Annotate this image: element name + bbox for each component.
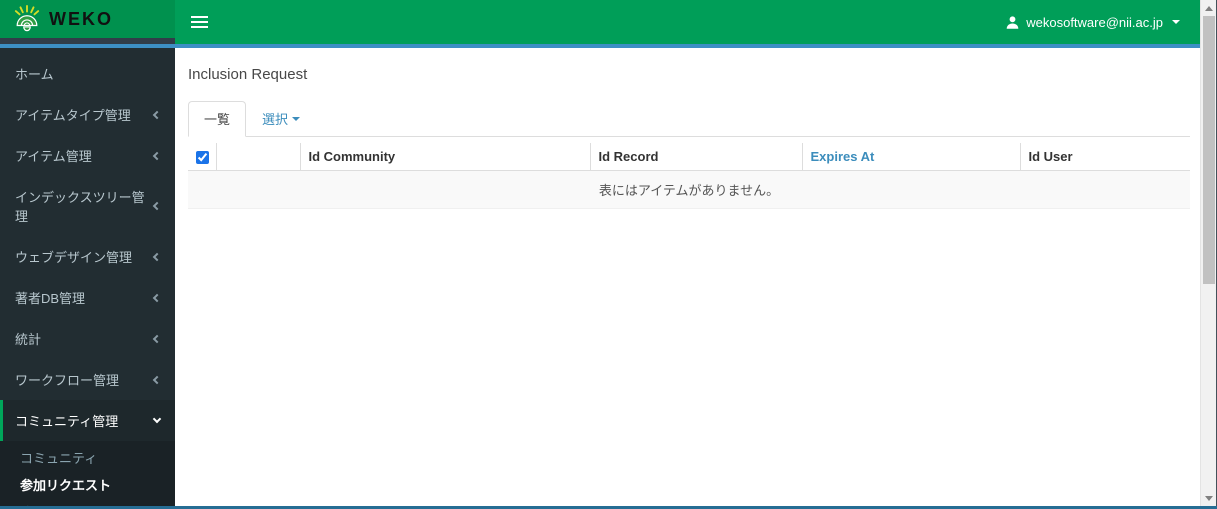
chevron-left-icon	[152, 293, 162, 302]
submenu-item-inclusion-request[interactable]: 参加リクエスト	[0, 471, 175, 498]
top-navbar: wekosoftware@nii.ac.jp	[0, 0, 1200, 44]
chevron-left-icon	[152, 151, 162, 160]
vertical-scrollbar[interactable]	[1200, 0, 1217, 509]
column-header-id-record: Id Record	[589, 143, 802, 172]
hamburger-icon	[191, 16, 208, 18]
inclusion-request-table: Id Community Id Record Expires At Id Use…	[188, 143, 1190, 210]
table-header-row: Id Community Id Record Expires At Id Use…	[188, 143, 1190, 172]
scrollbar-thumb[interactable]	[1203, 16, 1215, 284]
chevron-left-icon	[152, 201, 162, 211]
sidebar-item-itemtype-admin[interactable]: アイテムタイプ管理	[0, 94, 175, 135]
sidebar-item-home[interactable]: ホーム	[0, 53, 175, 94]
weko-logo-icon	[14, 5, 40, 32]
sidebar-item-webdesign-admin[interactable]: ウェブデザイン管理	[0, 236, 175, 277]
sidebar-item-statistics[interactable]: 統計	[0, 318, 175, 359]
empty-table-message: 表にはアイテムがありません。	[188, 170, 1190, 210]
column-header-id-community: Id Community	[299, 143, 590, 172]
sidebar-item-indextree-admin[interactable]: インデックスツリー管理	[0, 176, 175, 236]
sidebar-nav: ホーム アイテムタイプ管理 アイテム管理 インデックスツリー管理 ウェブデザイン…	[0, 48, 175, 509]
user-account-menu[interactable]: wekosoftware@nii.ac.jp	[999, 0, 1186, 44]
hamburger-icon	[191, 21, 208, 23]
weko-admin-page: wekosoftware@nii.ac.jp WEKO ホーム アイテムタイプ管…	[0, 0, 1217, 509]
sidebar-item-community-admin[interactable]: コミュニティ管理	[0, 400, 175, 441]
column-header-expires-at-sort[interactable]: Expires At	[801, 143, 1020, 172]
arrow-down-icon	[1205, 495, 1213, 501]
chevron-left-icon	[152, 252, 162, 261]
tab-bar: 一覧 選択	[188, 101, 1190, 137]
sidebar-item-item-admin[interactable]: アイテム管理	[0, 135, 175, 176]
brand-logo[interactable]: WEKO	[0, 0, 175, 38]
community-admin-submenu: コミュニティ 参加リクエスト 注目のコミュニティ	[0, 441, 175, 509]
tab-select-dropdown[interactable]: 選択	[246, 101, 316, 136]
sidebar-item-authordb-admin[interactable]: 著者DB管理	[0, 277, 175, 318]
user-icon	[1006, 15, 1019, 29]
chevron-down-icon	[152, 414, 162, 424]
arrow-up-icon	[1205, 5, 1213, 11]
sidebar-item-workflow-admin[interactable]: ワークフロー管理	[0, 359, 175, 400]
chevron-down-icon	[292, 116, 301, 121]
submenu-item-community[interactable]: コミュニティ	[0, 444, 175, 471]
main-content: Inclusion Request 一覧 選択 Id Community Id …	[175, 48, 1200, 509]
select-all-checkbox[interactable]	[196, 151, 209, 165]
brand-name: WEKO	[49, 8, 113, 29]
page-title: Inclusion Request	[188, 66, 308, 83]
hamburger-icon	[191, 26, 208, 28]
scroll-down-button[interactable]	[1201, 490, 1217, 506]
chevron-left-icon	[152, 375, 162, 384]
column-header-id-user: Id User	[1019, 143, 1190, 172]
empty-table-row: 表にはアイテムがありません。	[188, 170, 1190, 210]
chevron-left-icon	[152, 110, 162, 119]
user-email-label: wekosoftware@nii.ac.jp	[1026, 14, 1163, 30]
chevron-down-icon	[1172, 20, 1180, 24]
sidebar-toggle-button[interactable]	[191, 12, 215, 32]
scroll-up-button[interactable]	[1201, 0, 1217, 16]
column-header-blank	[215, 143, 300, 172]
chevron-left-icon	[152, 334, 162, 343]
select-all-header-cell	[188, 143, 216, 172]
tab-list[interactable]: 一覧	[188, 101, 247, 137]
